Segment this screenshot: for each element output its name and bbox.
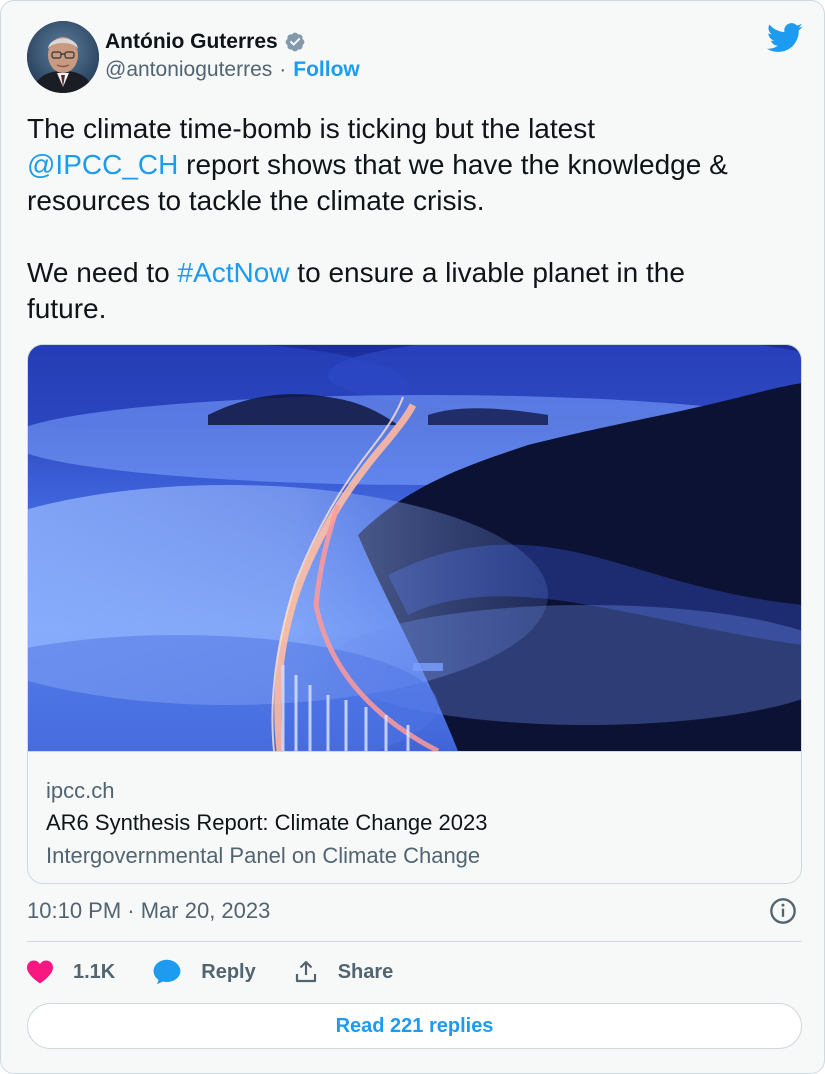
- tweet-line-1: The climate time-bomb is ticking but the…: [27, 113, 596, 144]
- tweet-line-2-text: report shows that we have the knowledge …: [178, 149, 728, 180]
- like-count: 1.1K: [73, 960, 116, 983]
- hashtag-link[interactable]: #ActNow: [177, 257, 289, 288]
- author-handle-row: @antonioguterres · Follow: [105, 58, 360, 82]
- link-title[interactable]: AR6 Synthesis Report: Climate Change 202…: [46, 810, 487, 836]
- verified-badge-icon: [285, 32, 305, 52]
- like-button[interactable]: 1.1K: [27, 960, 115, 984]
- share-label: Share: [337, 960, 394, 983]
- reply-button[interactable]: Reply: [153, 959, 256, 985]
- tweet-timestamp[interactable]: 10:10 PM · Mar 20, 2023: [27, 898, 270, 924]
- share-button[interactable]: Share: [294, 960, 394, 984]
- read-replies-button[interactable]: Read 221 replies: [27, 1003, 802, 1049]
- share-upload-icon: [295, 960, 316, 983]
- heart-icon: [27, 960, 53, 984]
- divider: [27, 941, 802, 942]
- author-handle[interactable]: @antonioguterres: [105, 58, 272, 82]
- link-preview-card[interactable]: ipcc.ch AR6 Synthesis Report: Climate Ch…: [27, 344, 802, 884]
- author-avatar[interactable]: [27, 21, 99, 93]
- author-display-name[interactable]: António Guterres: [105, 30, 278, 54]
- tweet-line-2: @IPCC_CH report shows that we have the k…: [27, 147, 802, 183]
- author-name-row[interactable]: António Guterres: [105, 29, 306, 55]
- reply-label: Reply: [201, 960, 256, 983]
- twitter-bird-icon[interactable]: [767, 23, 803, 53]
- follow-button[interactable]: Follow: [293, 58, 360, 82]
- info-icon[interactable]: [769, 897, 797, 925]
- tweet-actions: 1.1K Reply Share: [27, 956, 431, 988]
- speech-bubble-icon: [153, 959, 181, 985]
- tweet-line-5: future.: [27, 293, 107, 324]
- link-preview-image[interactable]: [28, 345, 802, 751]
- avatar-portrait-image: [27, 21, 99, 93]
- tweet-line-3: resources to tackle the climate crisis.: [27, 185, 485, 216]
- link-description: Intergovernmental Panel on Climate Chang…: [46, 843, 481, 868]
- link-preview-meta: ipcc.ch AR6 Synthesis Report: Climate Ch…: [28, 751, 801, 883]
- separator-dot: ·: [279, 58, 287, 81]
- tweet-embed-card: António Guterres @antonioguterres · Foll…: [0, 0, 825, 1074]
- link-domain: ipcc.ch: [46, 778, 115, 803]
- tweet-line-4-prefix: We need to: [27, 257, 178, 288]
- tweet-line-4-suffix: to ensure a livable planet in the: [289, 257, 685, 288]
- tweet-line-4: We need to #ActNow to ensure a livable p…: [27, 255, 802, 291]
- mention-link[interactable]: @IPCC_CH: [27, 149, 178, 180]
- read-replies-label: Read 221 replies: [335, 1014, 494, 1037]
- tweet-text: The climate time-bomb is ticking but the…: [27, 111, 802, 327]
